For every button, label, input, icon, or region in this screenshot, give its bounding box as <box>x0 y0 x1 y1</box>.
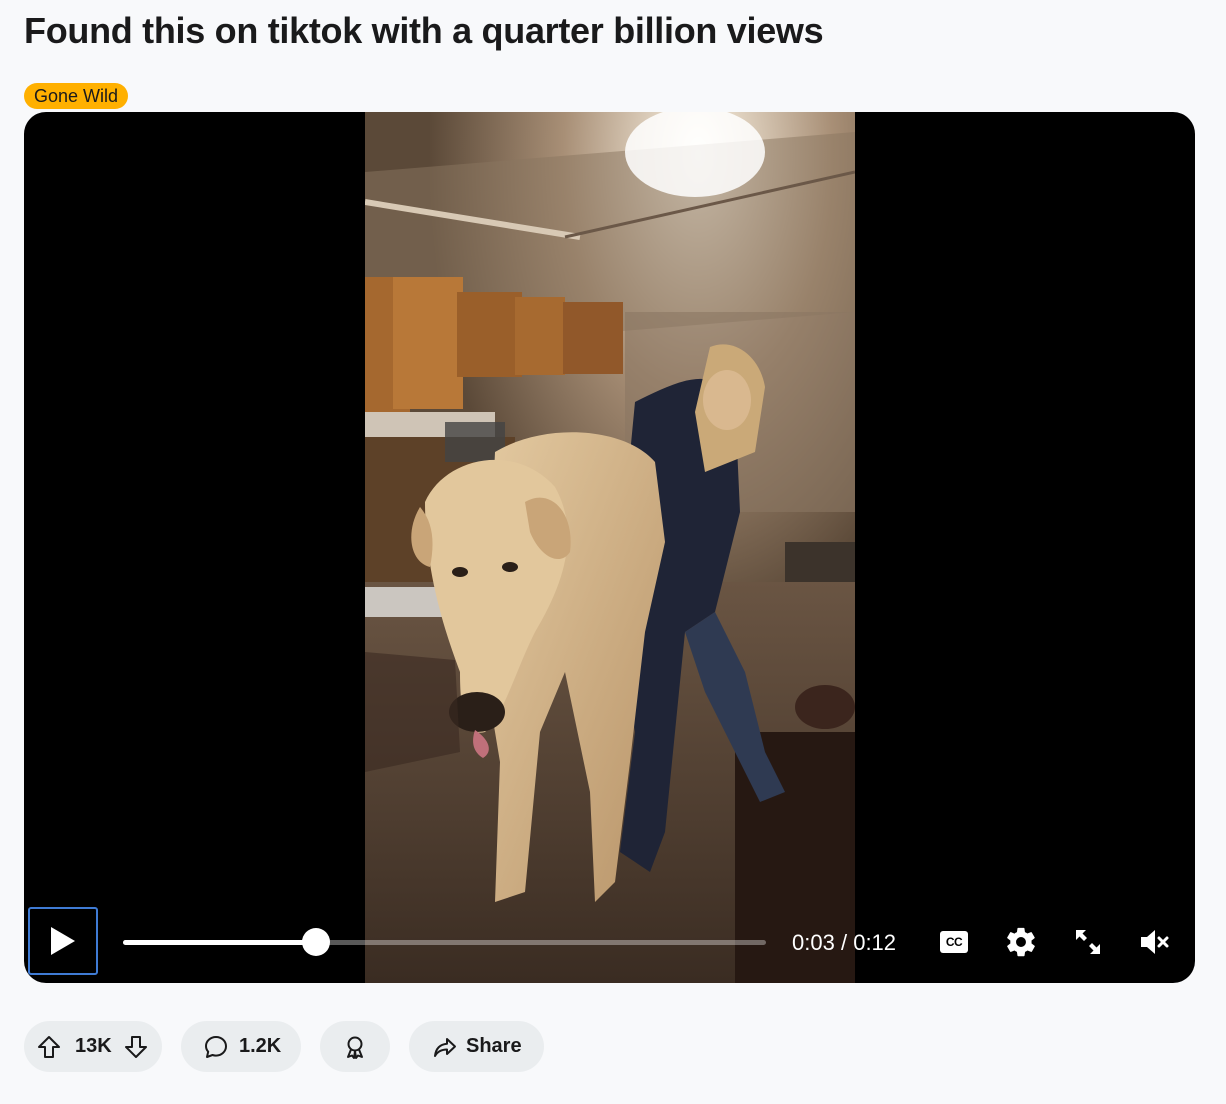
comments-button[interactable]: 1.2K <box>181 1021 301 1072</box>
settings-button[interactable] <box>1001 922 1041 962</box>
video-player[interactable]: 0:03 / 0:12 CC <box>24 112 1195 983</box>
play-icon <box>51 927 75 955</box>
share-label: Share <box>466 1035 522 1057</box>
muted-speaker-icon <box>1141 930 1169 954</box>
captions-button[interactable]: CC <box>934 922 974 962</box>
video-frame-image <box>365 112 855 983</box>
gear-icon <box>1007 927 1035 957</box>
upvote-count: 13K <box>75 1035 112 1057</box>
vote-control: 13K <box>24 1021 162 1072</box>
fullscreen-icon <box>1076 930 1100 954</box>
share-arrow-icon <box>432 1034 458 1060</box>
award-icon <box>342 1034 368 1060</box>
comment-bubble-icon <box>203 1034 229 1060</box>
downvote-button[interactable] <box>123 1034 149 1060</box>
progress-fill <box>123 940 316 945</box>
captions-icon: CC <box>940 931 968 953</box>
award-button[interactable] <box>320 1021 390 1072</box>
time-current: 0:03 <box>792 930 835 955</box>
fullscreen-button[interactable] <box>1068 922 1108 962</box>
time-total: 0:12 <box>853 930 897 955</box>
post-flair[interactable]: Gone Wild <box>24 83 129 109</box>
upvote-button[interactable] <box>36 1034 62 1060</box>
play-button[interactable] <box>28 907 98 975</box>
comment-count: 1.2K <box>239 1035 282 1057</box>
post-title: Found this on tiktok with a quarter bill… <box>24 10 824 51</box>
time-separator: / <box>840 930 848 955</box>
video-frame[interactable] <box>365 112 855 983</box>
share-button[interactable]: Share <box>409 1021 544 1072</box>
progress-bar[interactable] <box>123 928 766 956</box>
progress-handle[interactable] <box>301 928 330 956</box>
upvote-arrow-icon <box>38 1035 60 1058</box>
downvote-arrow-icon <box>124 1035 147 1058</box>
volume-button[interactable] <box>1135 922 1175 962</box>
time-readout: 0:03 / 0:12 <box>792 930 896 956</box>
